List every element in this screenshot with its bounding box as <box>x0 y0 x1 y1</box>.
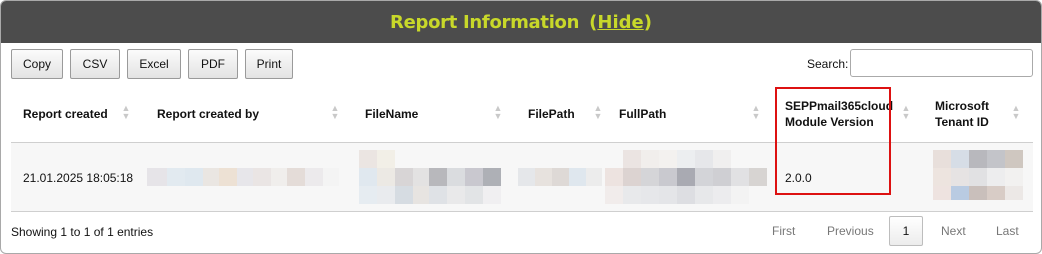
column-label: Report created by <box>157 107 260 121</box>
sort-icon: ▲ ▼ <box>121 103 131 121</box>
pagination-first[interactable]: First <box>772 224 795 238</box>
search-input[interactable] <box>850 49 1033 77</box>
excel-button[interactable]: Excel <box>127 49 181 79</box>
copy-button[interactable]: Copy <box>11 49 63 79</box>
panel-title: Report Information <box>390 11 580 33</box>
column-header-tenant-id[interactable]: Microsoft Tenant ID ▲ ▼ <box>935 89 1027 141</box>
report-information-panel: Report Information (Hide) Copy CSV Excel… <box>0 0 1042 254</box>
pagination-page-1[interactable]: 1 <box>889 216 923 246</box>
print-button[interactable]: Print <box>245 49 293 79</box>
pagination-previous[interactable]: Previous <box>827 224 874 238</box>
column-label: FilePath <box>528 107 575 121</box>
sort-icon: ▲ ▼ <box>493 103 503 121</box>
sort-icon: ▲ ▼ <box>593 103 603 121</box>
hide-close-paren: ) <box>643 11 652 33</box>
redacted-fullpath <box>605 150 767 204</box>
search-label: Search: <box>807 57 849 71</box>
panel-header: Report Information (Hide) <box>1 1 1041 43</box>
column-header-filename[interactable]: FileName ▲ ▼ <box>365 89 515 141</box>
column-header-report-created-by[interactable]: Report created by ▲ ▼ <box>157 89 347 141</box>
sort-icon: ▲ ▼ <box>751 103 761 121</box>
sort-icon: ▲ ▼ <box>901 103 911 121</box>
column-label: FullPath <box>619 107 667 121</box>
column-header-filepath[interactable]: FilePath ▲ ▼ <box>528 89 608 141</box>
hide-toggle[interactable]: (Hide) <box>589 12 652 33</box>
column-header-report-created[interactable]: Report created ▲ ▼ <box>23 89 143 141</box>
pdf-button[interactable]: PDF <box>188 49 238 79</box>
sort-icon: ▲ ▼ <box>330 103 340 121</box>
column-header-fullpath[interactable]: FullPath ▲ ▼ <box>619 89 769 141</box>
sort-icon: ▲ ▼ <box>1011 103 1021 121</box>
hide-link[interactable]: Hide <box>597 12 643 33</box>
table-info: Showing 1 to 1 of 1 entries <box>11 225 154 239</box>
redacted-report-created-by <box>147 168 339 186</box>
redacted-filename <box>359 150 521 204</box>
pagination-next[interactable]: Next <box>941 224 966 238</box>
column-label: Report created <box>23 107 108 121</box>
row-divider <box>11 211 1033 212</box>
cell-report-created: 21.01.2025 18:05:18 <box>23 171 134 185</box>
redacted-filepath <box>518 168 602 186</box>
module-version-highlight <box>775 87 891 195</box>
column-label: Tenant ID <box>935 115 989 129</box>
redacted-tenant-id <box>933 150 1023 200</box>
csv-button[interactable]: CSV <box>70 49 120 79</box>
column-label: Microsoft <box>935 99 989 113</box>
column-label: FileName <box>365 107 419 121</box>
pagination-last[interactable]: Last <box>996 224 1019 238</box>
